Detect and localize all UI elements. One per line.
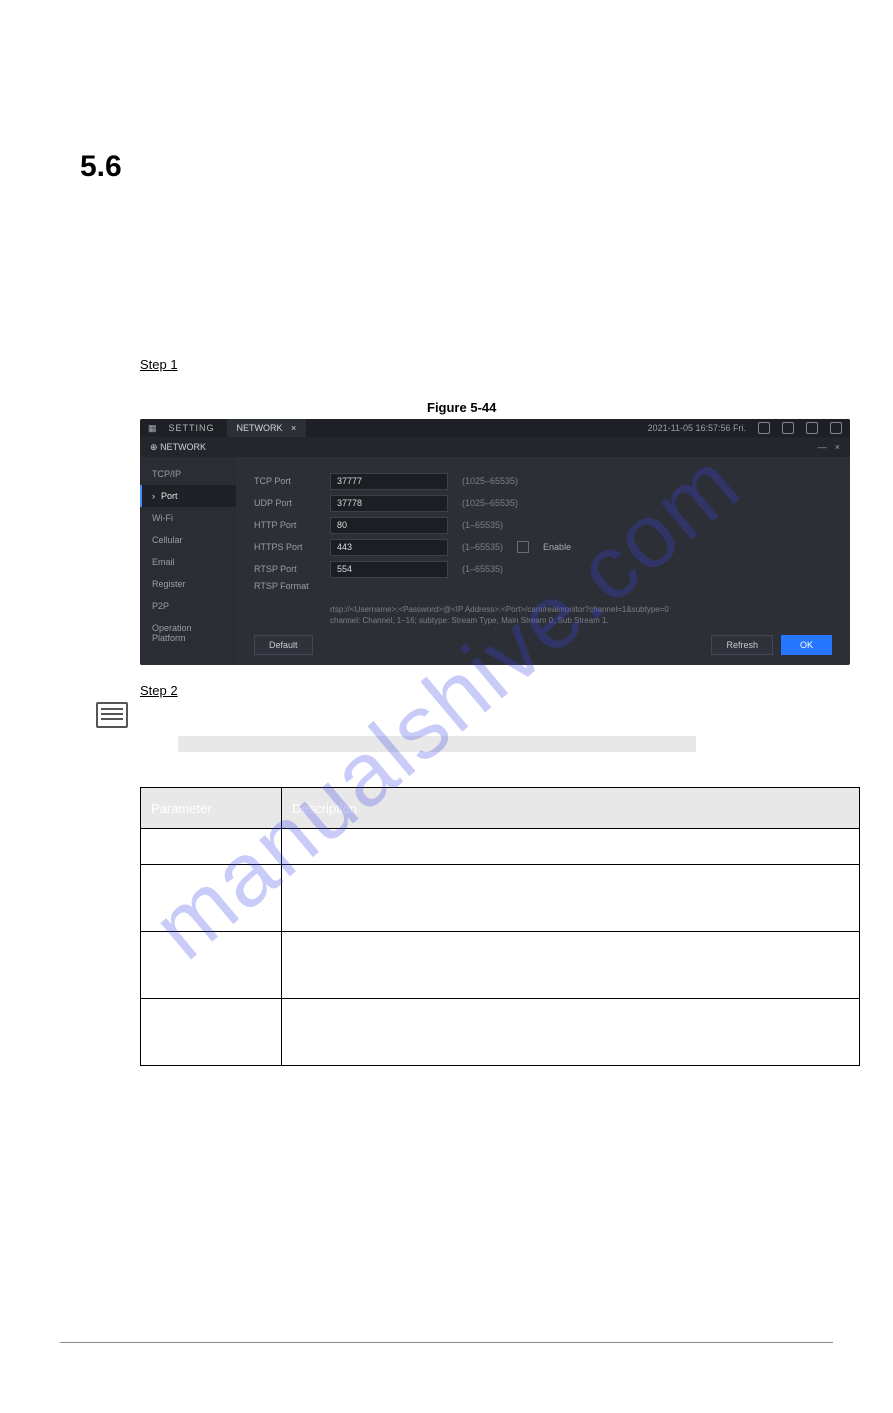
checkbox-https-enable[interactable] — [517, 541, 529, 553]
table-row: HTTP Port — [141, 932, 282, 999]
sidebar-item-port[interactable]: ›Port — [140, 485, 236, 507]
user-icon[interactable] — [758, 422, 770, 434]
tab-network-active[interactable]: NETWORK × — [227, 419, 307, 437]
label-rtsp-port: RTSP Port — [254, 564, 316, 574]
footer-rule — [60, 1342, 833, 1343]
label-rtsp-format: RTSP Format — [254, 581, 316, 591]
hint-rtsp-port: (1–65535) — [462, 564, 503, 574]
intro-para-2: On the main menu, click NETWORK, and the… — [140, 319, 833, 340]
label-enable: Enable — [543, 542, 571, 552]
subsection-heading: 5.6.2 Port — [80, 214, 833, 237]
section-heading: 5.6 — [80, 150, 833, 184]
section-number: 5.6 — [80, 150, 122, 183]
table-row: UDP Port — [141, 865, 282, 932]
sidebar-item-wifi[interactable]: Wi-Fi — [140, 507, 236, 529]
sidebar-item-cellular[interactable]: Cellular — [140, 529, 236, 551]
sidebar-item-email[interactable]: Email — [140, 551, 236, 573]
sidebar: TCP/IP ›Port Wi-Fi Cellular Email Regist… — [140, 457, 236, 665]
figure-suffix: Port — [496, 400, 526, 415]
hint-udp-port: (1025–65535) — [462, 498, 518, 508]
table-cell: The default value is 443. You can set th… — [282, 999, 860, 1066]
sidebar-item-tcpip[interactable]: TCP/IP — [140, 463, 236, 485]
refresh-button[interactable]: Refresh — [711, 635, 773, 655]
step-1: Step 1 Select SETTING > NETWORK > Port. — [140, 357, 833, 372]
table-caption: Table 5-14 Port parameters — [120, 766, 833, 781]
table-cell: The default value is 37778. You can set … — [282, 865, 860, 932]
step-label: Step 2 — [140, 683, 178, 698]
footer-text: User's Manual — [60, 1353, 136, 1367]
label-https-port: HTTPS Port — [254, 542, 316, 552]
parameter-table: Parameter Description TCP Port The defau… — [140, 787, 860, 1066]
input-udp-port[interactable]: 37778 — [330, 495, 448, 512]
panel-titlebar: ⊕ NETWORK — × — [140, 437, 850, 457]
sidebar-item-label: Port — [161, 491, 178, 501]
footer-page-number: 64 — [800, 1353, 813, 1367]
hint-http-port: (1–65535) — [462, 520, 503, 530]
power-icon[interactable] — [830, 422, 842, 434]
globe-icon: ⊕ — [150, 442, 158, 452]
sidebar-item-operation-platform[interactable]: Operation Platform — [140, 617, 236, 649]
note-icon — [96, 702, 128, 728]
grid-icon: ▦ — [148, 423, 157, 434]
label-http-port: HTTP Port — [254, 520, 316, 530]
app-topbar: ▦ SETTING NETWORK × 2021-11-05 16:57:56 … — [140, 419, 850, 437]
bell-icon[interactable] — [782, 422, 794, 434]
tab-setting[interactable]: SETTING — [169, 423, 215, 433]
panel-title: NETWORK — [160, 442, 206, 452]
table-row: HTTPS Port — [141, 999, 282, 1066]
step-desc: Configure the parameters. — [181, 683, 332, 698]
close-icon[interactable]: × — [291, 423, 296, 433]
figure-prefix: Figure 5-44 — [427, 400, 496, 415]
table-header-description: Description — [282, 788, 860, 829]
ok-button[interactable]: OK — [781, 635, 832, 655]
note-text-bar: The revised parameters take effect after… — [178, 736, 696, 752]
hint-tcp-port: (1025–65535) — [462, 476, 518, 486]
input-rtsp-port[interactable]: 554 — [330, 561, 448, 578]
sidebar-item-register[interactable]: Register — [140, 573, 236, 595]
intro-para-1: You can configure the maximum connection… — [80, 251, 833, 293]
table-row: TCP Port — [141, 829, 282, 865]
input-http-port[interactable]: 80 — [330, 517, 448, 534]
step-label: Step 1 — [140, 357, 178, 372]
table-header-parameter: Parameter — [141, 788, 282, 829]
hint-https-port: (1–65535) — [462, 542, 503, 552]
label-tcp-port: TCP Port — [254, 476, 316, 486]
table-cell: The default value is 80. If this paramet… — [282, 932, 860, 999]
input-tcp-port[interactable]: 37777 — [330, 473, 448, 490]
input-https-port[interactable]: 443 — [330, 539, 448, 556]
step-desc: Select SETTING > NETWORK > Port. — [181, 357, 401, 372]
form-area: TCP Port 37777 (1025–65535) UDP Port 377… — [236, 457, 850, 665]
datetime: 2021-11-05 16:57:56 Fri. — [648, 423, 746, 433]
close-icon[interactable]: × — [835, 442, 840, 452]
figure-caption: Figure 5-44 Port — [120, 400, 833, 415]
screenshot-port-page: ▦ SETTING NETWORK × 2021-11-05 16:57:56 … — [140, 419, 850, 665]
tab-network-label: NETWORK — [237, 423, 283, 433]
default-button[interactable]: Default — [254, 635, 313, 655]
gear-icon[interactable] — [806, 422, 818, 434]
rtsp-format-help: rtsp://<Username>:<Password>@<IP Address… — [330, 605, 670, 626]
table-cell: The default value is 37777. You can set … — [282, 829, 860, 865]
minimize-icon[interactable]: — — [818, 442, 827, 452]
sidebar-item-p2p[interactable]: P2P — [140, 595, 236, 617]
label-udp-port: UDP Port — [254, 498, 316, 508]
